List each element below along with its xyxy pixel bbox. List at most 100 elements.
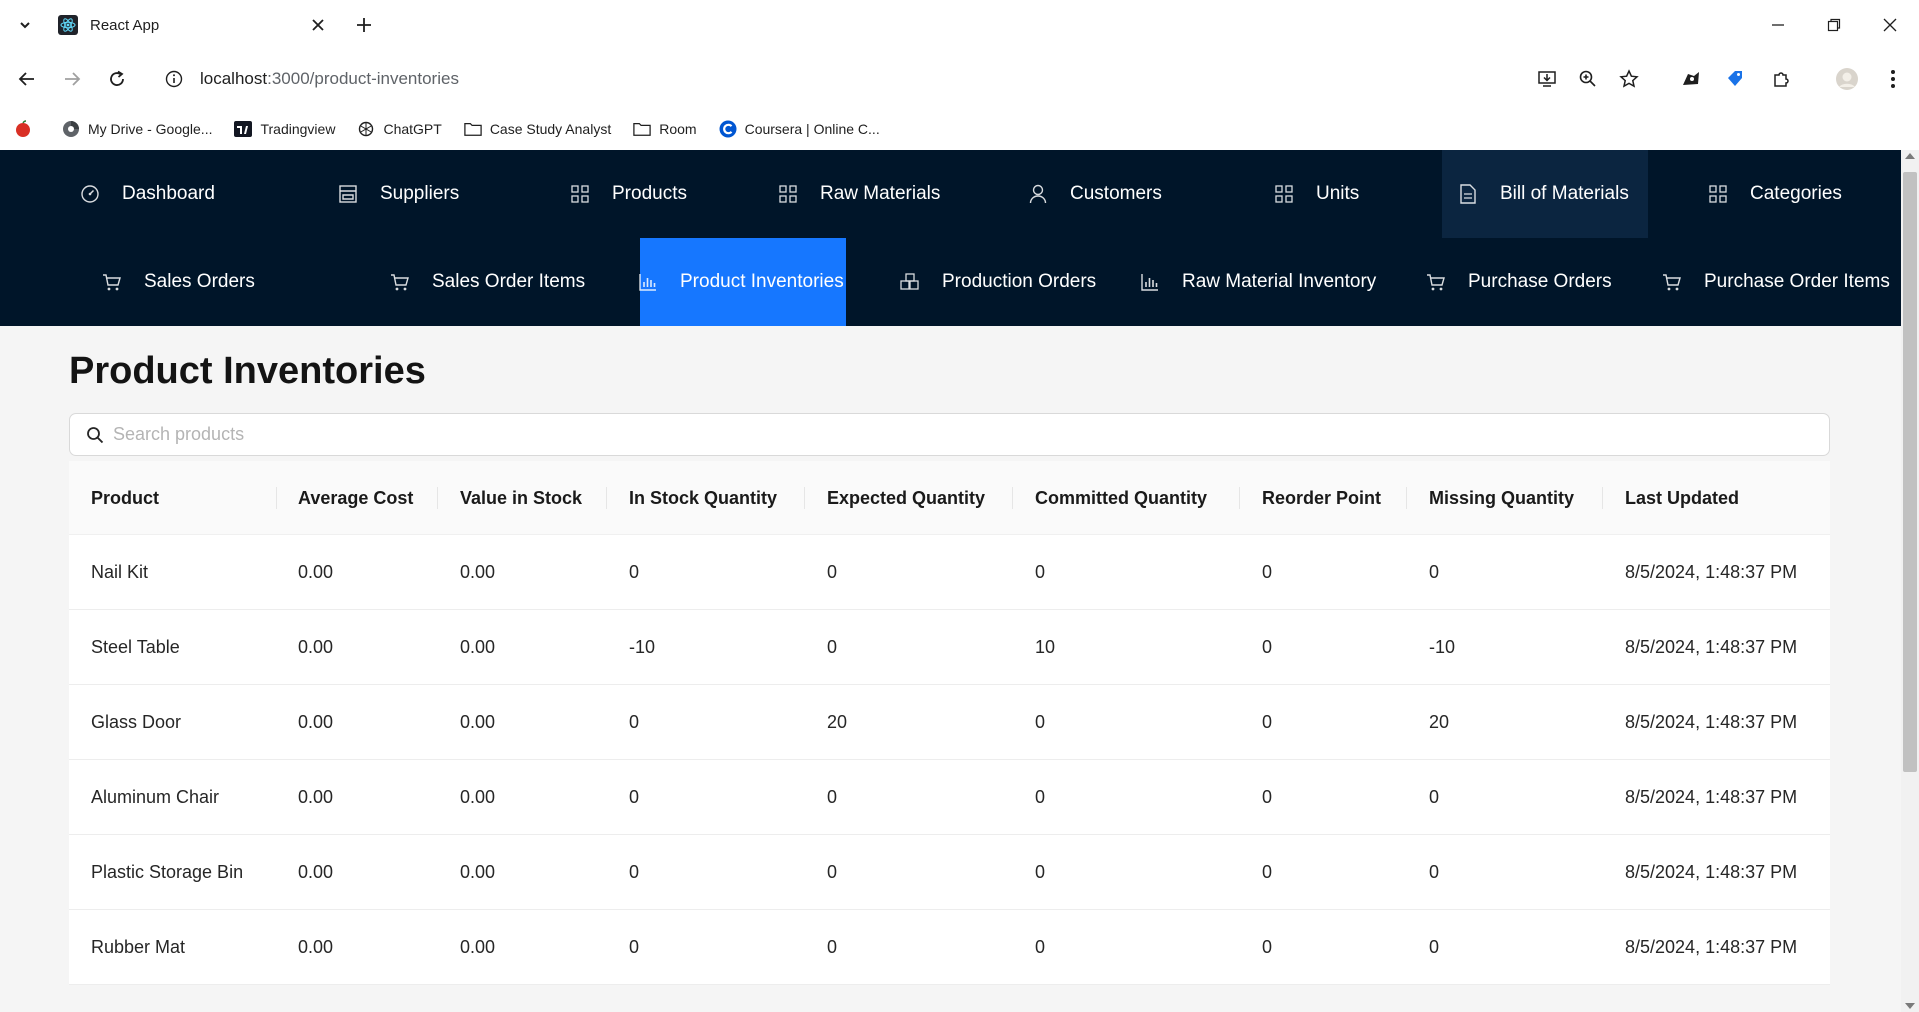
cell-average-cost: 0.00 — [298, 562, 334, 582]
nav-item-product-inventories[interactable]: Product Inventories — [638, 238, 846, 326]
table-row[interactable]: Aluminum Chair 0.00 0.00 0 0 0 0 0 8/5/2… — [69, 760, 1830, 835]
cell-expected-quantity: 0 — [827, 637, 838, 657]
column-header-expected-quantity[interactable]: Expected Quantity — [827, 461, 985, 535]
page-title: Product Inventories — [69, 350, 426, 392]
main-nav-menu: Dashboard Suppliers Products Raw Materia… — [0, 150, 1901, 326]
appstore-icon — [1274, 184, 1294, 204]
scroll-up-arrow-icon[interactable] — [1905, 153, 1915, 159]
extension-tag-icon[interactable] — [1722, 66, 1748, 92]
cell-expected-quantity: 0 — [827, 562, 838, 582]
nav-item-units[interactable]: Units — [1254, 150, 1414, 238]
bookmark-my-drive[interactable]: My Drive - Google... — [62, 120, 212, 138]
close-window-icon[interactable] — [1877, 12, 1903, 38]
new-tab-plus-icon[interactable] — [352, 13, 376, 37]
table-row[interactable]: Plastic Storage Bin 0.00 0.00 0 0 0 0 0 … — [69, 835, 1830, 910]
nav-item-suppliers[interactable]: Suppliers — [318, 150, 498, 238]
column-header-reorder-point[interactable]: Reorder Point — [1262, 461, 1381, 535]
scroll-down-arrow-icon[interactable] — [1905, 1003, 1915, 1009]
site-info-icon[interactable] — [164, 69, 184, 89]
tab-close-icon[interactable] — [308, 15, 328, 35]
cell-expected-quantity: 0 — [827, 787, 838, 807]
bookmark-apple[interactable] — [14, 120, 40, 138]
extensions-puzzle-icon[interactable] — [1768, 66, 1794, 92]
cell-last-updated: 8/5/2024, 1:48:37 PM — [1625, 862, 1798, 882]
shop-icon — [338, 184, 358, 204]
column-header-product[interactable]: Product — [91, 461, 159, 535]
nav-item-raw-material-inventory[interactable]: Raw Material Inventory — [1138, 238, 1408, 326]
nav-item-raw-materials[interactable]: Raw Materials — [758, 150, 958, 238]
table-row[interactable]: Rubber Mat 0.00 0.00 0 0 0 0 0 8/5/2024,… — [69, 910, 1830, 985]
nav-label: Raw Material Inventory — [1182, 271, 1377, 292]
back-arrow-icon[interactable] — [14, 66, 40, 92]
folder-icon — [633, 120, 651, 138]
extension-mascot-icon[interactable] — [1678, 66, 1704, 92]
nav-item-categories[interactable]: Categories — [1688, 150, 1878, 238]
nav-item-purchase-order-items[interactable]: Purchase Order Items — [1660, 238, 1901, 326]
scroll-thumb[interactable] — [1903, 172, 1917, 772]
cell-reorder-point: 0 — [1262, 862, 1273, 882]
bookmarks-bar: My Drive - Google... Tradingview ChatGPT… — [0, 108, 1919, 150]
cell-expected-quantity: 0 — [827, 937, 838, 957]
bookmark-room[interactable]: Room — [633, 120, 697, 138]
tab-list-chevron-icon[interactable] — [14, 14, 36, 36]
column-header-missing-quantity[interactable]: Missing Quantity — [1429, 461, 1574, 535]
url-text: localhost:3000/product-inventories — [200, 69, 459, 88]
search-box[interactable] — [69, 413, 1830, 456]
column-header-committed-quantity[interactable]: Committed Quantity — [1035, 461, 1207, 535]
nav-label: Bill of Materials — [1500, 183, 1629, 204]
restore-icon[interactable] — [1821, 12, 1847, 38]
address-bar[interactable]: localhost:3000/product-inventories — [152, 59, 1502, 99]
minimize-icon[interactable] — [1765, 12, 1791, 38]
cell-reorder-point: 0 — [1262, 937, 1273, 957]
bookmark-star-icon[interactable] — [1616, 66, 1642, 92]
bar-chart-icon — [638, 272, 658, 292]
bookmark-coursera[interactable]: Coursera | Online C... — [719, 120, 880, 138]
bookmark-chatgpt[interactable]: ChatGPT — [357, 120, 442, 138]
reload-icon[interactable] — [104, 66, 130, 92]
column-header-in-stock-quantity[interactable]: In Stock Quantity — [629, 461, 777, 535]
nav-label: Products — [612, 183, 687, 204]
bar-chart-icon — [1140, 272, 1160, 292]
table-row[interactable]: Glass Door 0.00 0.00 0 20 0 0 20 8/5/202… — [69, 685, 1830, 760]
install-app-icon[interactable] — [1534, 66, 1560, 92]
browser-menu-icon[interactable] — [1880, 66, 1906, 92]
bookmark-case-study-analyst[interactable]: Case Study Analyst — [464, 120, 611, 138]
cell-in-stock-quantity: 0 — [629, 712, 640, 732]
cell-in-stock-quantity: -10 — [629, 637, 656, 657]
nav-label: Purchase Order Items — [1704, 271, 1890, 292]
forward-arrow-icon[interactable] — [59, 66, 85, 92]
nav-item-customers[interactable]: Customers — [1008, 150, 1198, 238]
appstore-icon — [778, 184, 798, 204]
column-header-average-cost[interactable]: Average Cost — [298, 461, 413, 535]
nav-item-bill-of-materials[interactable]: Bill of Materials — [1442, 150, 1648, 238]
column-header-value-in-stock[interactable]: Value in Stock — [460, 461, 582, 535]
cell-product: Aluminum Chair — [91, 787, 220, 807]
nav-label: Production Orders — [942, 271, 1097, 292]
bookmark-label: Room — [659, 121, 697, 137]
cell-committed-quantity: 0 — [1035, 937, 1046, 957]
coursera-icon — [719, 120, 737, 138]
table-row[interactable]: Nail Kit 0.00 0.00 0 0 0 0 0 8/5/2024, 1… — [69, 535, 1830, 610]
cell-reorder-point: 0 — [1262, 712, 1273, 732]
nav-item-purchase-orders[interactable]: Purchase Orders — [1424, 238, 1644, 326]
page-scrollbar[interactable] — [1901, 150, 1919, 1012]
cell-product: Plastic Storage Bin — [91, 862, 244, 882]
bookmark-tradingview[interactable]: Tradingview — [234, 120, 335, 138]
nav-item-production-orders[interactable]: Production Orders — [898, 238, 1138, 326]
column-header-last-updated[interactable]: Last Updated — [1625, 461, 1739, 535]
profile-avatar-icon[interactable] — [1834, 66, 1860, 92]
folder-icon — [464, 120, 482, 138]
nav-item-products[interactable]: Products — [550, 150, 730, 238]
table-row[interactable]: Steel Table 0.00 0.00 -10 0 10 0 -10 8/5… — [69, 610, 1830, 685]
search-input[interactable] — [113, 424, 1713, 445]
cell-value-in-stock: 0.00 — [460, 862, 496, 882]
nav-item-sales-orders[interactable]: Sales Orders — [82, 238, 282, 326]
zoom-icon[interactable] — [1575, 66, 1601, 92]
bookmark-label: Coursera | Online C... — [744, 121, 880, 137]
cell-value-in-stock: 0.00 — [460, 787, 496, 807]
browser-tab[interactable]: React App — [48, 6, 338, 44]
inventory-table: Product Average Cost Value in Stock In S… — [69, 461, 1830, 985]
cart-icon — [1426, 272, 1446, 292]
nav-item-dashboard[interactable]: Dashboard — [58, 150, 258, 238]
nav-item-sales-order-items[interactable]: Sales Order Items — [370, 238, 610, 326]
